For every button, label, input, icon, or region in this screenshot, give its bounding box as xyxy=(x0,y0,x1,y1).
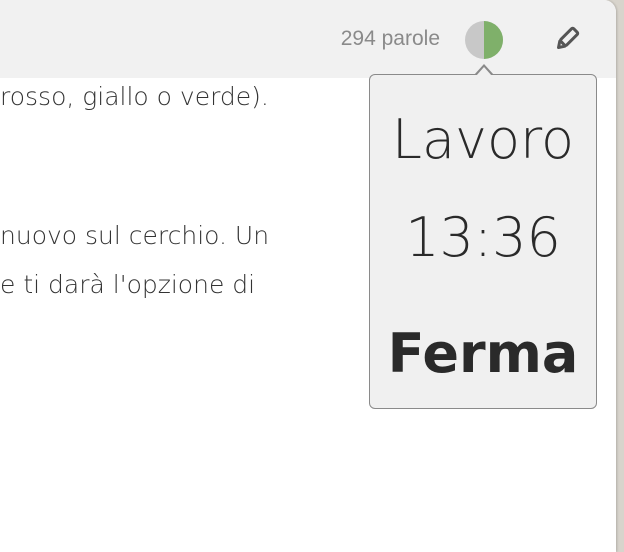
stop-button[interactable]: Ferma xyxy=(370,319,596,389)
pie-progress-icon xyxy=(465,21,503,59)
word-count: 294 parole xyxy=(340,27,440,50)
pomodoro-popover: Lavoro 13:36 Ferma xyxy=(369,64,597,409)
pencil-icon xyxy=(557,26,580,49)
pomodoro-button[interactable] xyxy=(464,20,504,60)
text-line: rosso, giallo o verde). xyxy=(0,82,269,111)
toolbar: 294 parole xyxy=(0,0,616,78)
timer-phase: Lavoro xyxy=(391,108,575,171)
text-line: e ti darà l'opzione di xyxy=(0,270,256,299)
popover-arrow-inner xyxy=(476,67,492,76)
edit-button[interactable] xyxy=(553,25,581,53)
app-window: 294 parole rosso, giallo o verde). nuovo… xyxy=(0,0,616,552)
timer-countdown: 13:36 xyxy=(405,206,561,269)
text-line: nuovo sul cerchio. Un xyxy=(0,221,270,250)
